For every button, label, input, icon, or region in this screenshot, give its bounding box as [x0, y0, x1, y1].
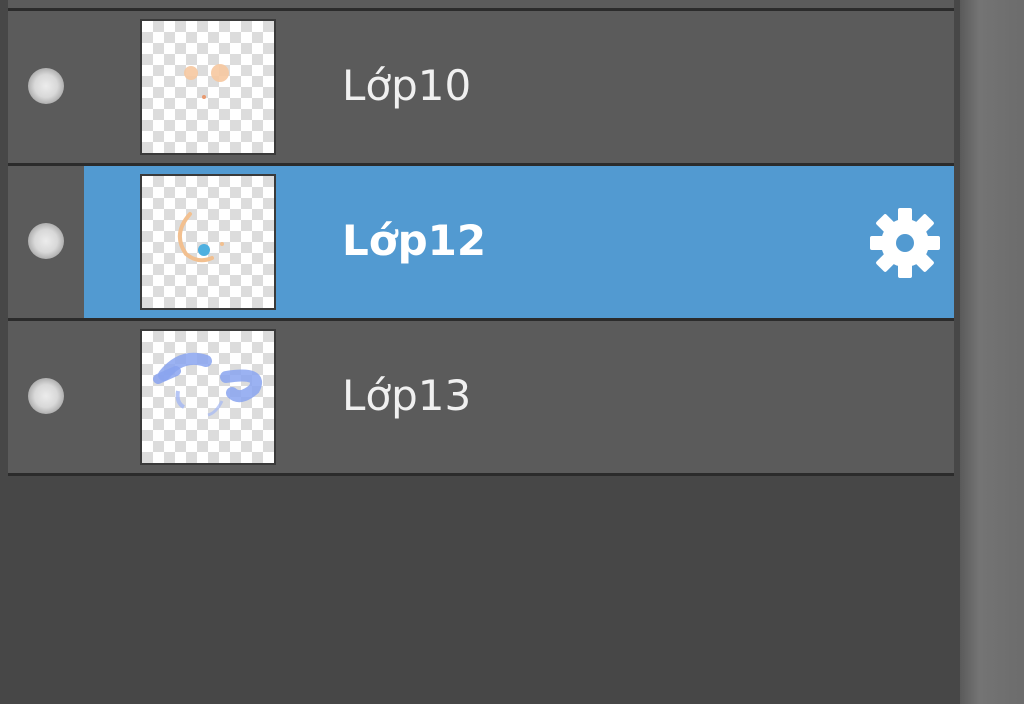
visibility-toggle-icon[interactable]	[28, 223, 64, 259]
scrollbar[interactable]	[960, 0, 1024, 704]
layer-thumbnail[interactable]	[140, 329, 276, 465]
layer-thumbnail[interactable]	[140, 19, 276, 155]
layer-row-lop10[interactable]: Lớp10	[8, 11, 954, 166]
layer-row-lop13[interactable]: Lớp13	[8, 321, 954, 476]
layer-row-lop12[interactable]: Lớp12	[8, 166, 954, 321]
layer-name: Lớp10	[342, 61, 472, 110]
previous-layer-row-edge[interactable]	[8, 0, 954, 11]
layers-panel: Lớp10 Lớp12 Lớp13	[0, 0, 960, 704]
layer-thumbnail[interactable]	[140, 174, 276, 310]
layer-name: Lớp13	[342, 371, 472, 420]
visibility-toggle-icon[interactable]	[28, 378, 64, 414]
visibility-toggle-icon[interactable]	[28, 68, 64, 104]
gear-icon[interactable]	[868, 206, 942, 280]
layer-name: Lớp12	[342, 216, 487, 265]
